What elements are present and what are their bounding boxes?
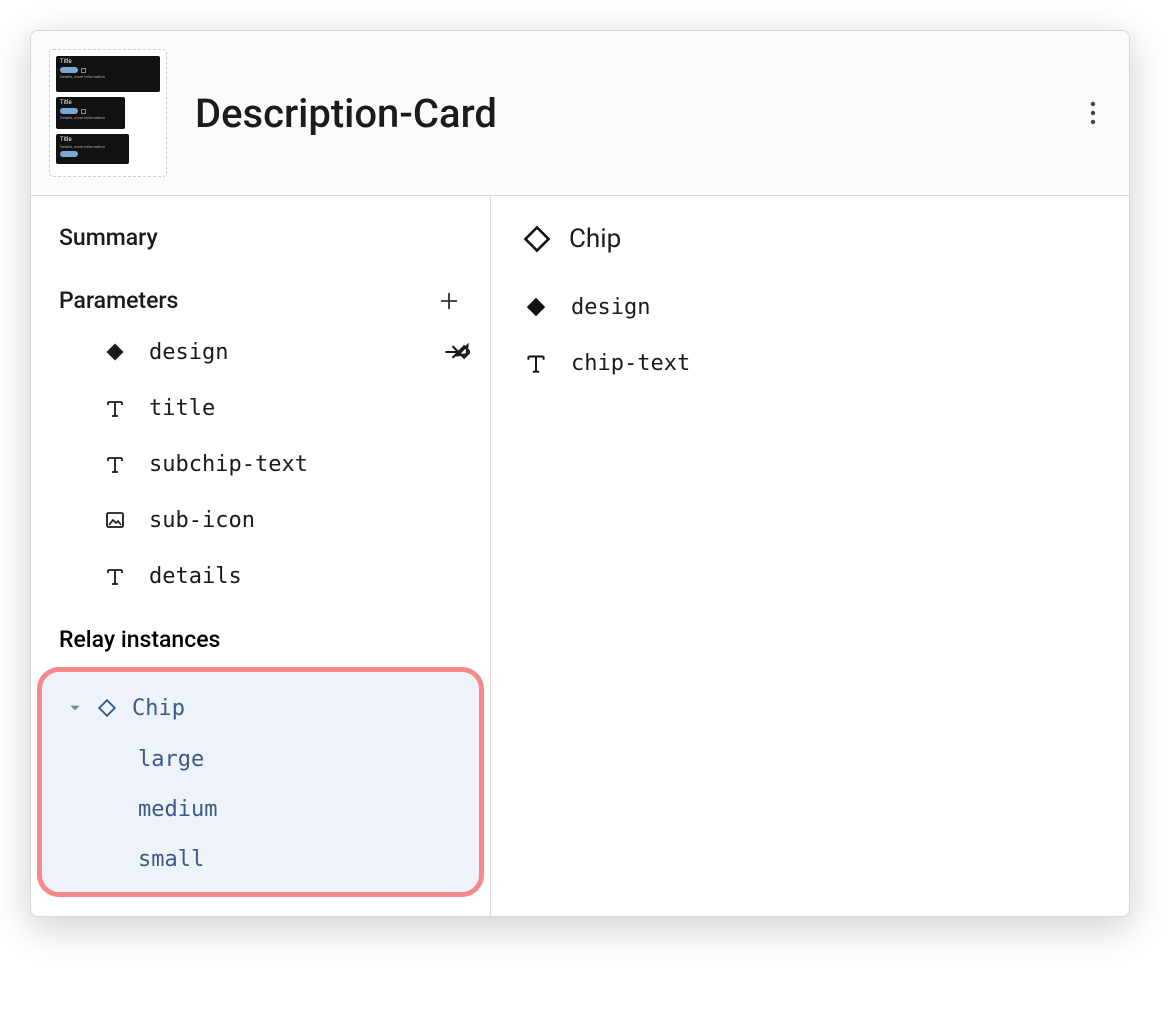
parameter-item-title[interactable]: title xyxy=(31,380,490,436)
parameter-item-design[interactable]: design xyxy=(31,324,490,380)
parameter-label: subchip-text xyxy=(149,452,470,477)
text-icon xyxy=(103,396,127,420)
text-icon xyxy=(103,452,127,476)
relay-instance-chip[interactable]: Chip xyxy=(42,682,479,734)
selected-component-name: Chip xyxy=(569,224,621,254)
kebab-icon xyxy=(1090,101,1096,125)
parameter-link-button[interactable] xyxy=(442,338,470,366)
parameter-item-subchip-text[interactable]: subchip-text xyxy=(31,436,490,492)
diamond-filled-icon xyxy=(523,294,549,320)
summary-heading[interactable]: Summary xyxy=(31,224,490,251)
input-arrow-icon xyxy=(442,338,470,366)
component-property-design[interactable]: design xyxy=(523,294,1101,320)
selected-component-header: Chip xyxy=(523,224,1101,254)
more-options-button[interactable] xyxy=(1079,99,1107,127)
plus-icon xyxy=(438,290,460,312)
parameter-item-details[interactable]: details xyxy=(31,548,490,604)
component-property-chip-text[interactable]: chip-text xyxy=(523,350,1101,376)
relay-variant-small[interactable]: small xyxy=(42,834,479,884)
component-panel: Title Details, more information Title De… xyxy=(30,30,1130,917)
add-parameter-button[interactable] xyxy=(436,288,462,314)
expand-caret-icon[interactable] xyxy=(68,701,82,715)
relay-variant-medium[interactable]: medium xyxy=(42,784,479,834)
diamond-outline-icon xyxy=(523,225,551,253)
diamond-outline-icon xyxy=(96,697,118,719)
parameter-label: design xyxy=(149,340,420,365)
parameters-heading: Parameters xyxy=(59,287,178,314)
parameter-label: sub-icon xyxy=(149,508,470,533)
image-icon xyxy=(103,508,127,532)
component-property-label: design xyxy=(571,295,650,320)
component-property-label: chip-text xyxy=(571,351,690,376)
right-column: Chip design chip-text xyxy=(491,196,1129,916)
panel-header: Title Details, more information Title De… xyxy=(31,31,1129,196)
relay-instances-heading: Relay instances xyxy=(31,626,490,653)
parameters-heading-row: Parameters xyxy=(31,287,490,314)
component-thumbnail: Title Details, more information Title De… xyxy=(49,49,167,177)
diamond-filled-icon xyxy=(103,340,127,364)
parameter-list: design title subchip-text sub-icon xyxy=(31,324,490,604)
parameter-label: title xyxy=(149,396,470,421)
relay-instance-name: Chip xyxy=(132,696,185,721)
text-icon xyxy=(103,564,127,588)
component-property-list: design chip-text xyxy=(523,294,1101,376)
parameter-item-sub-icon[interactable]: sub-icon xyxy=(31,492,490,548)
parameter-label: details xyxy=(149,564,470,589)
panel-body: Summary Parameters design title xyxy=(31,196,1129,916)
relay-variant-large[interactable]: large xyxy=(42,734,479,784)
relay-instance-highlight: Chip large medium small xyxy=(37,667,484,897)
left-column: Summary Parameters design title xyxy=(31,196,491,916)
text-icon xyxy=(523,350,549,376)
page-title: Description-Card xyxy=(195,90,1079,137)
